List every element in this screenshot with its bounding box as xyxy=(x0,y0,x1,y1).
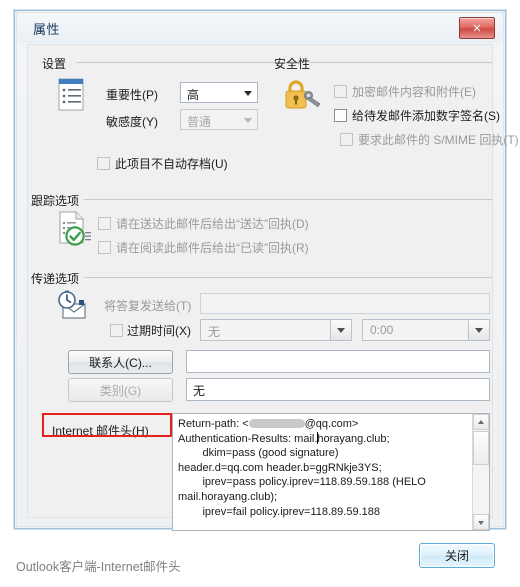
no-autoarchive-checkbox[interactable] xyxy=(97,157,110,170)
internet-headers-text: Return-path: < @qq.com> Authentication-Re… xyxy=(178,417,471,528)
importance-combobox[interactable]: 高 xyxy=(180,82,258,103)
group-title-settings: 设置 xyxy=(42,57,67,71)
lock-key-icon xyxy=(280,75,322,120)
sensitivity-combobox[interactable]: 普通 xyxy=(180,109,258,130)
encrypt-checkbox[interactable] xyxy=(334,85,347,98)
rule-settings xyxy=(76,62,276,63)
delivery-receipt-checkbox[interactable] xyxy=(98,217,111,230)
expires-time-value: 0:00 xyxy=(370,323,394,337)
tracking-receipt-icon xyxy=(56,210,92,253)
smime-receipt-checkbox[interactable] xyxy=(340,133,353,146)
expires-time-dropdown-button[interactable] xyxy=(468,320,489,340)
chevron-down-icon xyxy=(337,328,345,333)
categories-button[interactable]: 类别(G) xyxy=(68,378,173,402)
dialog-inner-frame: 属性 ✕ 设置 重要性(P) 高 敏感度(Y) 普通 此项目不自动存档(U) 安… xyxy=(16,12,519,568)
text-caret xyxy=(317,432,318,444)
headers-line-7: iprev=fail policy.iprev=118.89.59.188 xyxy=(178,505,380,518)
chevron-down-icon xyxy=(244,91,252,96)
categories-input[interactable]: 无 xyxy=(186,378,490,401)
headers-line1-prefix: Return-path: < xyxy=(178,418,249,430)
group-title-delivery: 传递选项 xyxy=(31,272,80,286)
read-receipt-checkbox[interactable] xyxy=(98,241,111,254)
chevron-down-icon xyxy=(244,118,252,123)
close-icon[interactable]: ✕ xyxy=(459,17,495,39)
message-settings-icon xyxy=(56,77,86,118)
delivery-receipt-label: 请在送达此邮件后给出“送达”回执(D) xyxy=(116,217,309,231)
encrypt-label: 加密邮件内容和附件(E) xyxy=(352,85,476,99)
screenshot-root: 属性 ✕ 设置 重要性(P) 高 敏感度(Y) 普通 此项目不自动存档(U) 安… xyxy=(0,0,520,587)
scroll-down-icon[interactable] xyxy=(473,514,489,530)
group-title-tracking: 跟踪选项 xyxy=(31,194,80,208)
rule-security xyxy=(310,62,492,63)
digital-signature-checkbox[interactable] xyxy=(334,109,347,122)
sensitivity-value: 普通 xyxy=(187,115,212,129)
annotation-highlight-box xyxy=(42,413,172,437)
reply-to-input[interactable] xyxy=(200,293,490,314)
headers-line-3: dkim=pass (good signature) xyxy=(178,447,339,460)
expires-date-value: 无 xyxy=(208,325,221,339)
chevron-up-icon xyxy=(478,420,484,424)
dialog-title: 属性 xyxy=(33,22,61,37)
rule-tracking xyxy=(84,199,492,200)
group-title-security: 安全性 xyxy=(274,57,311,71)
redacted-email-block xyxy=(248,419,305,428)
contacts-button[interactable]: 联系人(C)... xyxy=(68,350,173,374)
contacts-input[interactable] xyxy=(186,350,490,373)
smime-receipt-label: 要求此邮件的 S/MIME 回执(T) xyxy=(358,133,519,147)
reply-to-label: 将答复发送给(T) xyxy=(104,299,192,313)
close-button[interactable]: 关闭 xyxy=(419,543,495,568)
headers-line-5: iprev=pass policy.iprev=118.89.59.188 (H… xyxy=(178,476,426,489)
rule-delivery xyxy=(84,277,492,278)
figure-caption: Outlook客户端-Internet邮件头 xyxy=(16,560,181,574)
scrollbar-thumb[interactable] xyxy=(473,431,489,465)
no-autoarchive-label: 此项目不自动存档(U) xyxy=(115,157,228,171)
sensitivity-label: 敏感度(Y) xyxy=(106,115,158,129)
clock-envelope-icon xyxy=(54,290,94,333)
headers-line-4: header.d=qq.com header.b=ggRNkje3YS; xyxy=(178,461,382,474)
expires-date-dropdown-button[interactable] xyxy=(330,320,351,340)
chevron-down-icon xyxy=(478,521,484,525)
categories-value: 无 xyxy=(193,384,206,398)
importance-value: 高 xyxy=(187,88,200,102)
headers-line-6: mail.horayang.club); xyxy=(178,490,278,503)
properties-dialog: 属性 ✕ 设置 重要性(P) 高 敏感度(Y) 普通 此项目不自动存档(U) 安… xyxy=(14,10,519,568)
internet-headers-textarea[interactable]: Return-path: < @qq.com> Authentication-Re… xyxy=(172,413,490,531)
headers-line1-suffix: @qq.com> xyxy=(304,418,359,430)
expires-label: 过期时间(X) xyxy=(127,324,191,338)
importance-label: 重要性(P) xyxy=(106,88,158,102)
headers-line-2: Authentication-Results: mail.horayang.cl… xyxy=(178,432,390,445)
headers-scrollbar[interactable] xyxy=(472,414,489,530)
digital-signature-label: 给待发邮件添加数字签名(S) xyxy=(352,109,500,123)
expires-checkbox[interactable] xyxy=(110,324,123,337)
expires-date-combobox[interactable]: 无 xyxy=(200,319,352,341)
expires-time-combobox[interactable]: 0:00 xyxy=(362,319,490,341)
dialog-titlebar[interactable]: 属性 ✕ xyxy=(17,13,503,43)
read-receipt-label: 请在阅读此邮件后给出“已读”回执(R) xyxy=(116,241,309,255)
dialog-body: 设置 重要性(P) 高 敏感度(Y) 普通 此项目不自动存档(U) 安全性 加密… xyxy=(27,44,519,568)
chevron-down-icon xyxy=(475,328,483,333)
scroll-up-icon[interactable] xyxy=(473,414,489,430)
